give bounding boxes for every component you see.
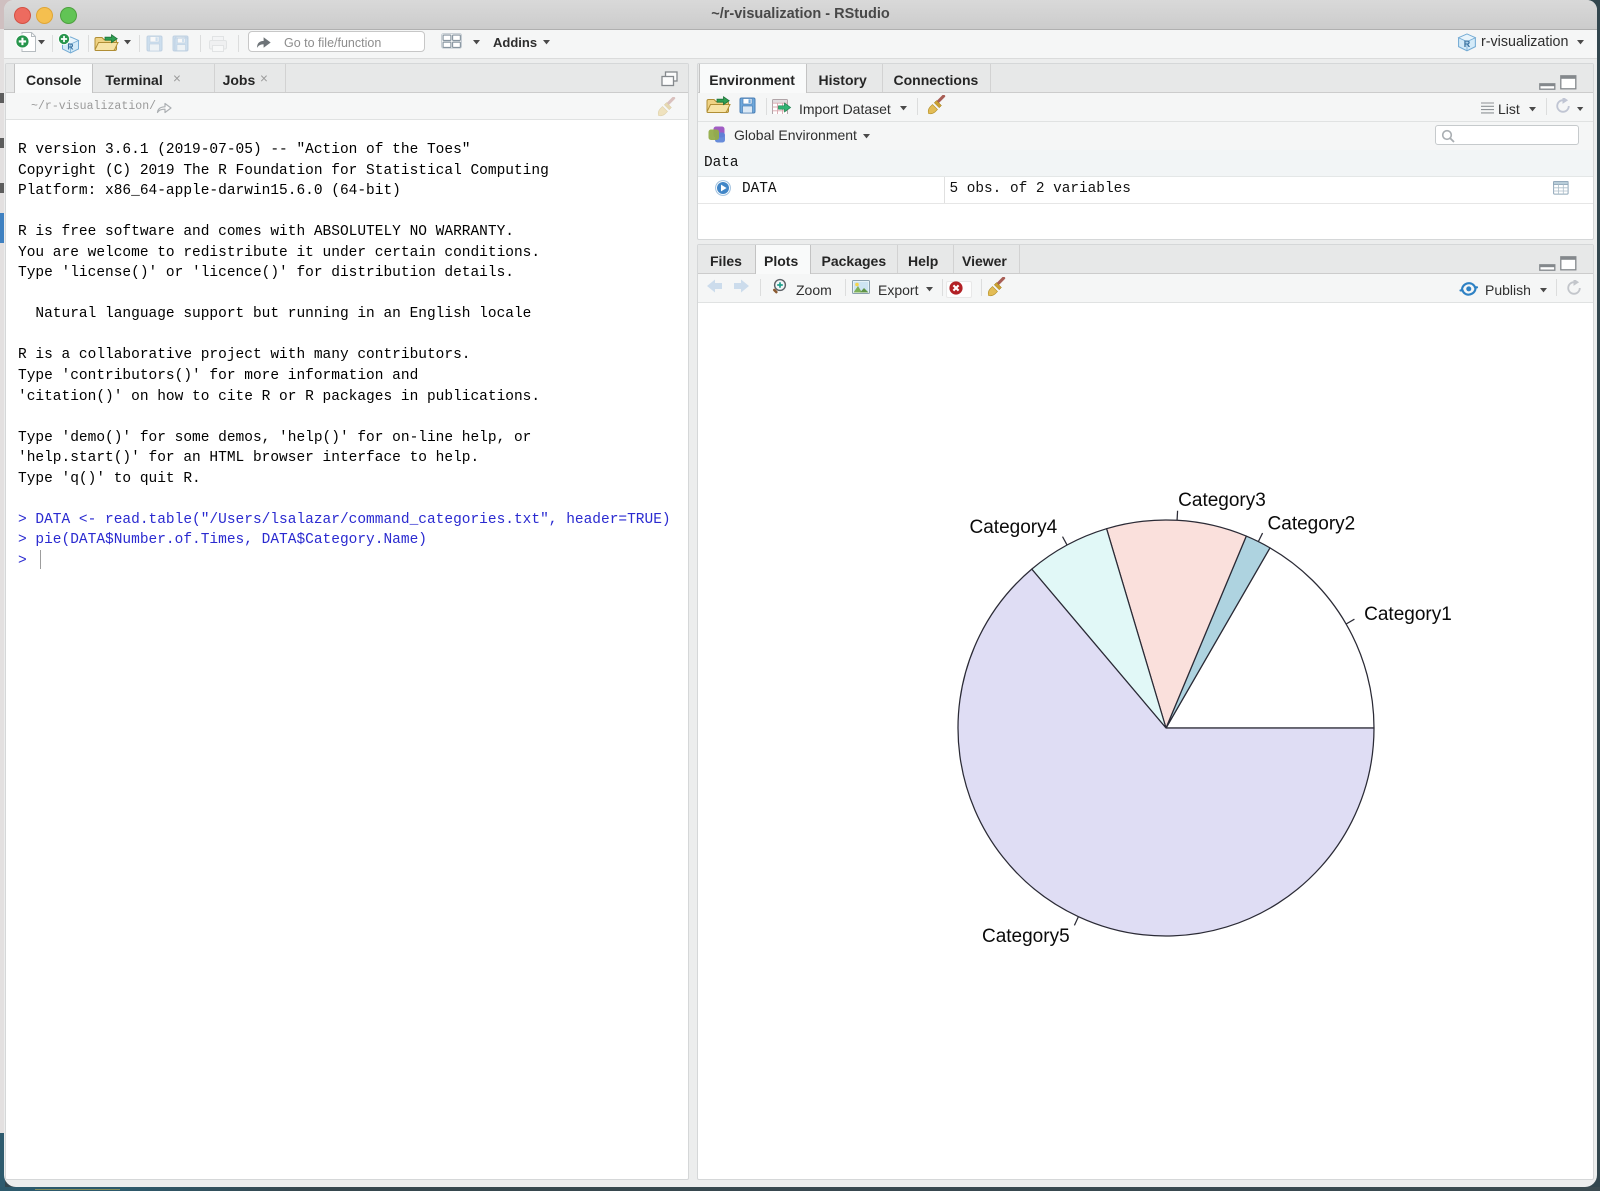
svg-text:Category1: Category1 xyxy=(1364,604,1452,625)
svg-text:Category5: Category5 xyxy=(982,926,1070,947)
svg-text:Category2: Category2 xyxy=(1268,513,1356,534)
svg-text:Category3: Category3 xyxy=(1178,490,1266,511)
svg-text:Category4: Category4 xyxy=(970,517,1058,538)
